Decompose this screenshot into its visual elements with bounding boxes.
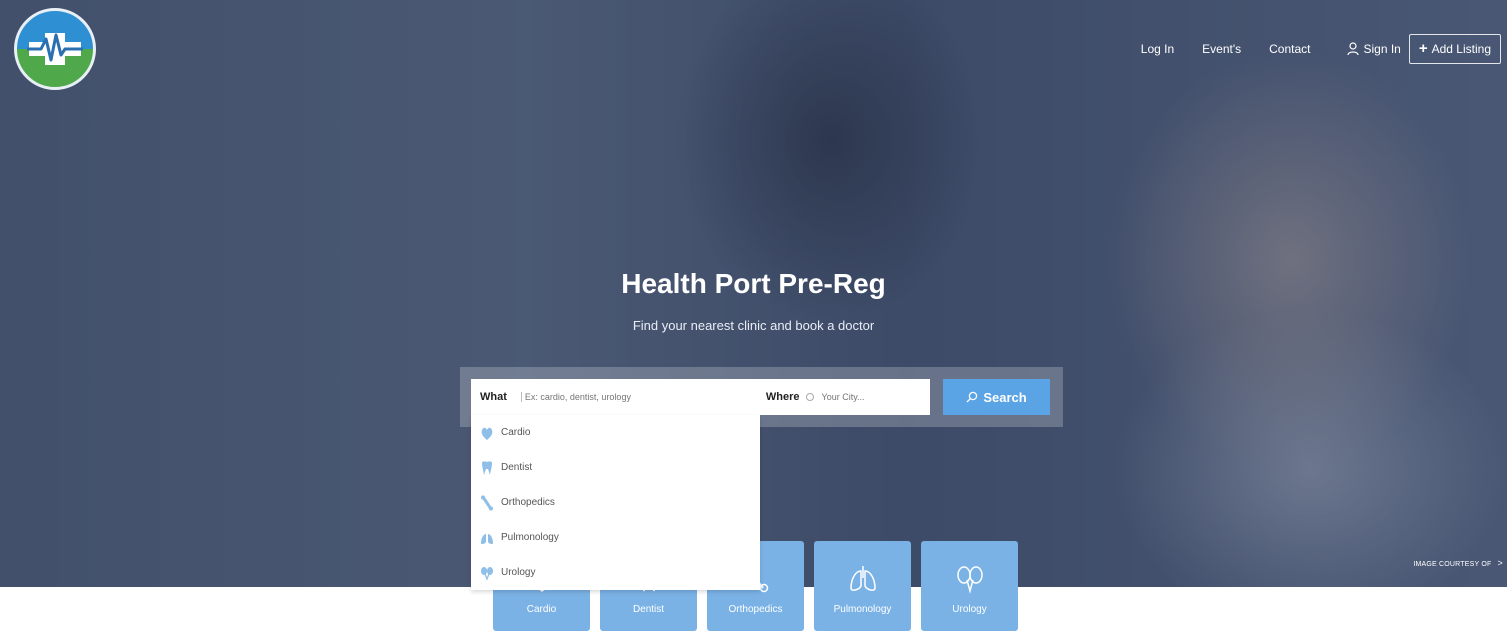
suggestion-pulmonology[interactable]: Pulmonology: [471, 520, 760, 555]
category-label: Dentist: [632, 604, 665, 615]
chevron-right-icon: >: [1497, 558, 1503, 568]
suggestion-label: Pulmonology: [501, 532, 559, 543]
tooth-icon: [482, 460, 492, 475]
suggestion-dentist[interactable]: Dentist: [471, 450, 760, 485]
lungs-icon: [849, 566, 876, 591]
heartbeat-cross-icon: [27, 33, 83, 65]
lungs-icon: [481, 533, 493, 544]
suggestion-label: Orthopedics: [501, 497, 555, 508]
suggestion-orthopedics[interactable]: Orthopedics: [471, 485, 760, 520]
category-label: Orthopedics: [728, 604, 783, 615]
category-urology[interactable]: Urology: [921, 541, 1018, 631]
location-pin-icon: [805, 393, 814, 401]
bone-icon: [481, 495, 493, 510]
image-courtesy-label: IMAGE COURTESY OF: [1413, 561, 1492, 568]
plus-icon: +: [1418, 40, 1428, 57]
category-pulmonology[interactable]: Pulmonology: [814, 541, 911, 631]
nav-contact[interactable]: Contact: [1269, 42, 1310, 56]
suggestion-label: Cardio: [501, 427, 531, 438]
search-bar: What Where: [471, 379, 930, 415]
where-input[interactable]: [821, 392, 922, 402]
heart-icon: [481, 427, 493, 440]
what-input[interactable]: [520, 392, 741, 402]
category-label: Cardio: [526, 604, 557, 615]
search-button-label: Search: [983, 389, 1027, 405]
image-courtesy-link[interactable]: IMAGE COURTESY OF >: [1413, 558, 1503, 568]
suggestion-label: Dentist: [501, 462, 533, 473]
site-logo[interactable]: [14, 8, 96, 90]
add-listing-label: Add Listing: [1431, 42, 1491, 56]
kidney-icon: [481, 566, 493, 581]
suggestion-label: Urology: [501, 567, 536, 578]
what-suggestions-dropdown: Cardio Dentist Orthopedics Pulmonology U…: [471, 415, 760, 590]
what-label: What: [480, 391, 507, 403]
page-title: Health Port Pre-Reg: [621, 268, 886, 299]
top-nav: Log In Event's Contact Sign In + Add Lis…: [1113, 34, 1501, 64]
page-subtitle: Find your nearest clinic and book a doct…: [632, 318, 875, 333]
sign-in-link[interactable]: Sign In: [1346, 42, 1401, 56]
nav-login[interactable]: Log In: [1141, 42, 1174, 56]
search-icon: [966, 391, 978, 403]
kidney-icon: [956, 566, 983, 594]
category-label: Pulmonology: [833, 604, 892, 615]
user-icon: [1346, 42, 1359, 56]
search-button[interactable]: Search: [943, 379, 1050, 415]
suggestion-cardio[interactable]: Cardio: [471, 415, 760, 450]
add-listing-button[interactable]: + Add Listing: [1408, 34, 1501, 64]
category-label: Urology: [952, 604, 987, 615]
where-label: Where: [765, 391, 800, 403]
nav-events[interactable]: Event's: [1202, 42, 1241, 56]
sign-in-label: Sign In: [1363, 42, 1401, 56]
suggestion-urology[interactable]: Urology: [471, 555, 760, 590]
